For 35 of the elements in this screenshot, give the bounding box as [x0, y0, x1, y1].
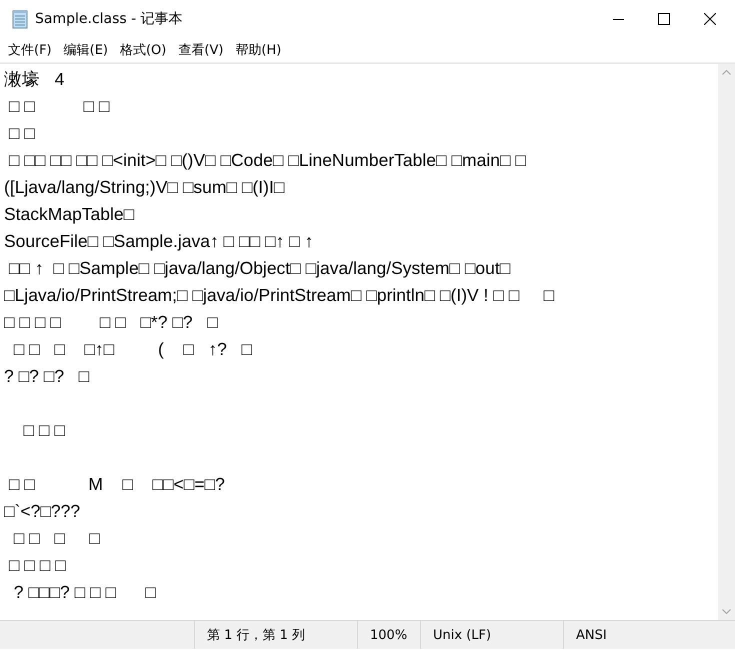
- text-line: □ □ □ □: [8, 95, 110, 118]
- text-line: □ □ □ □ □ □ □*? □? □: [4, 311, 218, 334]
- text-line: StackMapTable□: [4, 203, 134, 226]
- text-line: □ □ □: [22, 419, 65, 442]
- text-line: □`<?□???: [4, 500, 80, 523]
- scroll-up-icon[interactable]: [722, 70, 731, 75]
- text-line: □ □ □ □: [12, 527, 100, 550]
- text-line: ? □? □? □: [4, 365, 90, 388]
- minimize-icon: [612, 18, 624, 20]
- close-icon: [704, 13, 716, 25]
- scroll-down-icon[interactable]: [722, 609, 731, 614]
- notepad-icon: [11, 9, 29, 29]
- text-line: 潄壕 4: [4, 68, 64, 91]
- text-line: □Ljava/io/PrintStream;□ □java/io/PrintStream□ □println□ □(I)V ! □ □ □: [4, 284, 554, 307]
- menu-item[interactable]: 格式(O): [114, 41, 172, 59]
- text-line: ? □□□? □ □ □ □: [12, 581, 156, 604]
- encoding: ANSI: [576, 628, 607, 642]
- line-ending: Unix (LF): [433, 628, 492, 642]
- menu-item[interactable]: 帮助(H): [229, 41, 288, 59]
- text-line: □ □□ □□ □□ □<init>□ □()V□ □Code□ □LineNumberTable□ □main□ □: [8, 149, 526, 172]
- text-line: □ □ □ □↑□ ( □ ↑? □: [12, 338, 252, 361]
- menu-item[interactable]: 编辑(E): [58, 41, 114, 59]
- text-line: SourceFile□ □Sample.java↑ □ □□ □↑ □ ↑: [4, 230, 314, 253]
- cursor-position: 第 1 行，第 1 列: [207, 627, 306, 644]
- menu-item[interactable]: 查看(V): [172, 41, 230, 59]
- menu-item[interactable]: 文件(F): [2, 41, 58, 59]
- zoom-level: 100%: [370, 628, 408, 642]
- window-title: Sample.class - 记事本: [35, 10, 184, 28]
- text-line: □ □ □ □: [8, 554, 66, 577]
- text-line: □□ ↑ □ □Sample□ □java/lang/Object□ □java/lang/System□ □out□: [8, 257, 510, 280]
- maximize-icon: [658, 13, 670, 25]
- text-line: □ □ M □ □□<□=□?: [8, 473, 225, 496]
- text-line: □ □: [8, 122, 35, 145]
- vertical-scrollbar[interactable]: [718, 64, 735, 620]
- text-line: ([Ljava/lang/String;)V□ □sum□ □(I)I□: [4, 176, 284, 199]
